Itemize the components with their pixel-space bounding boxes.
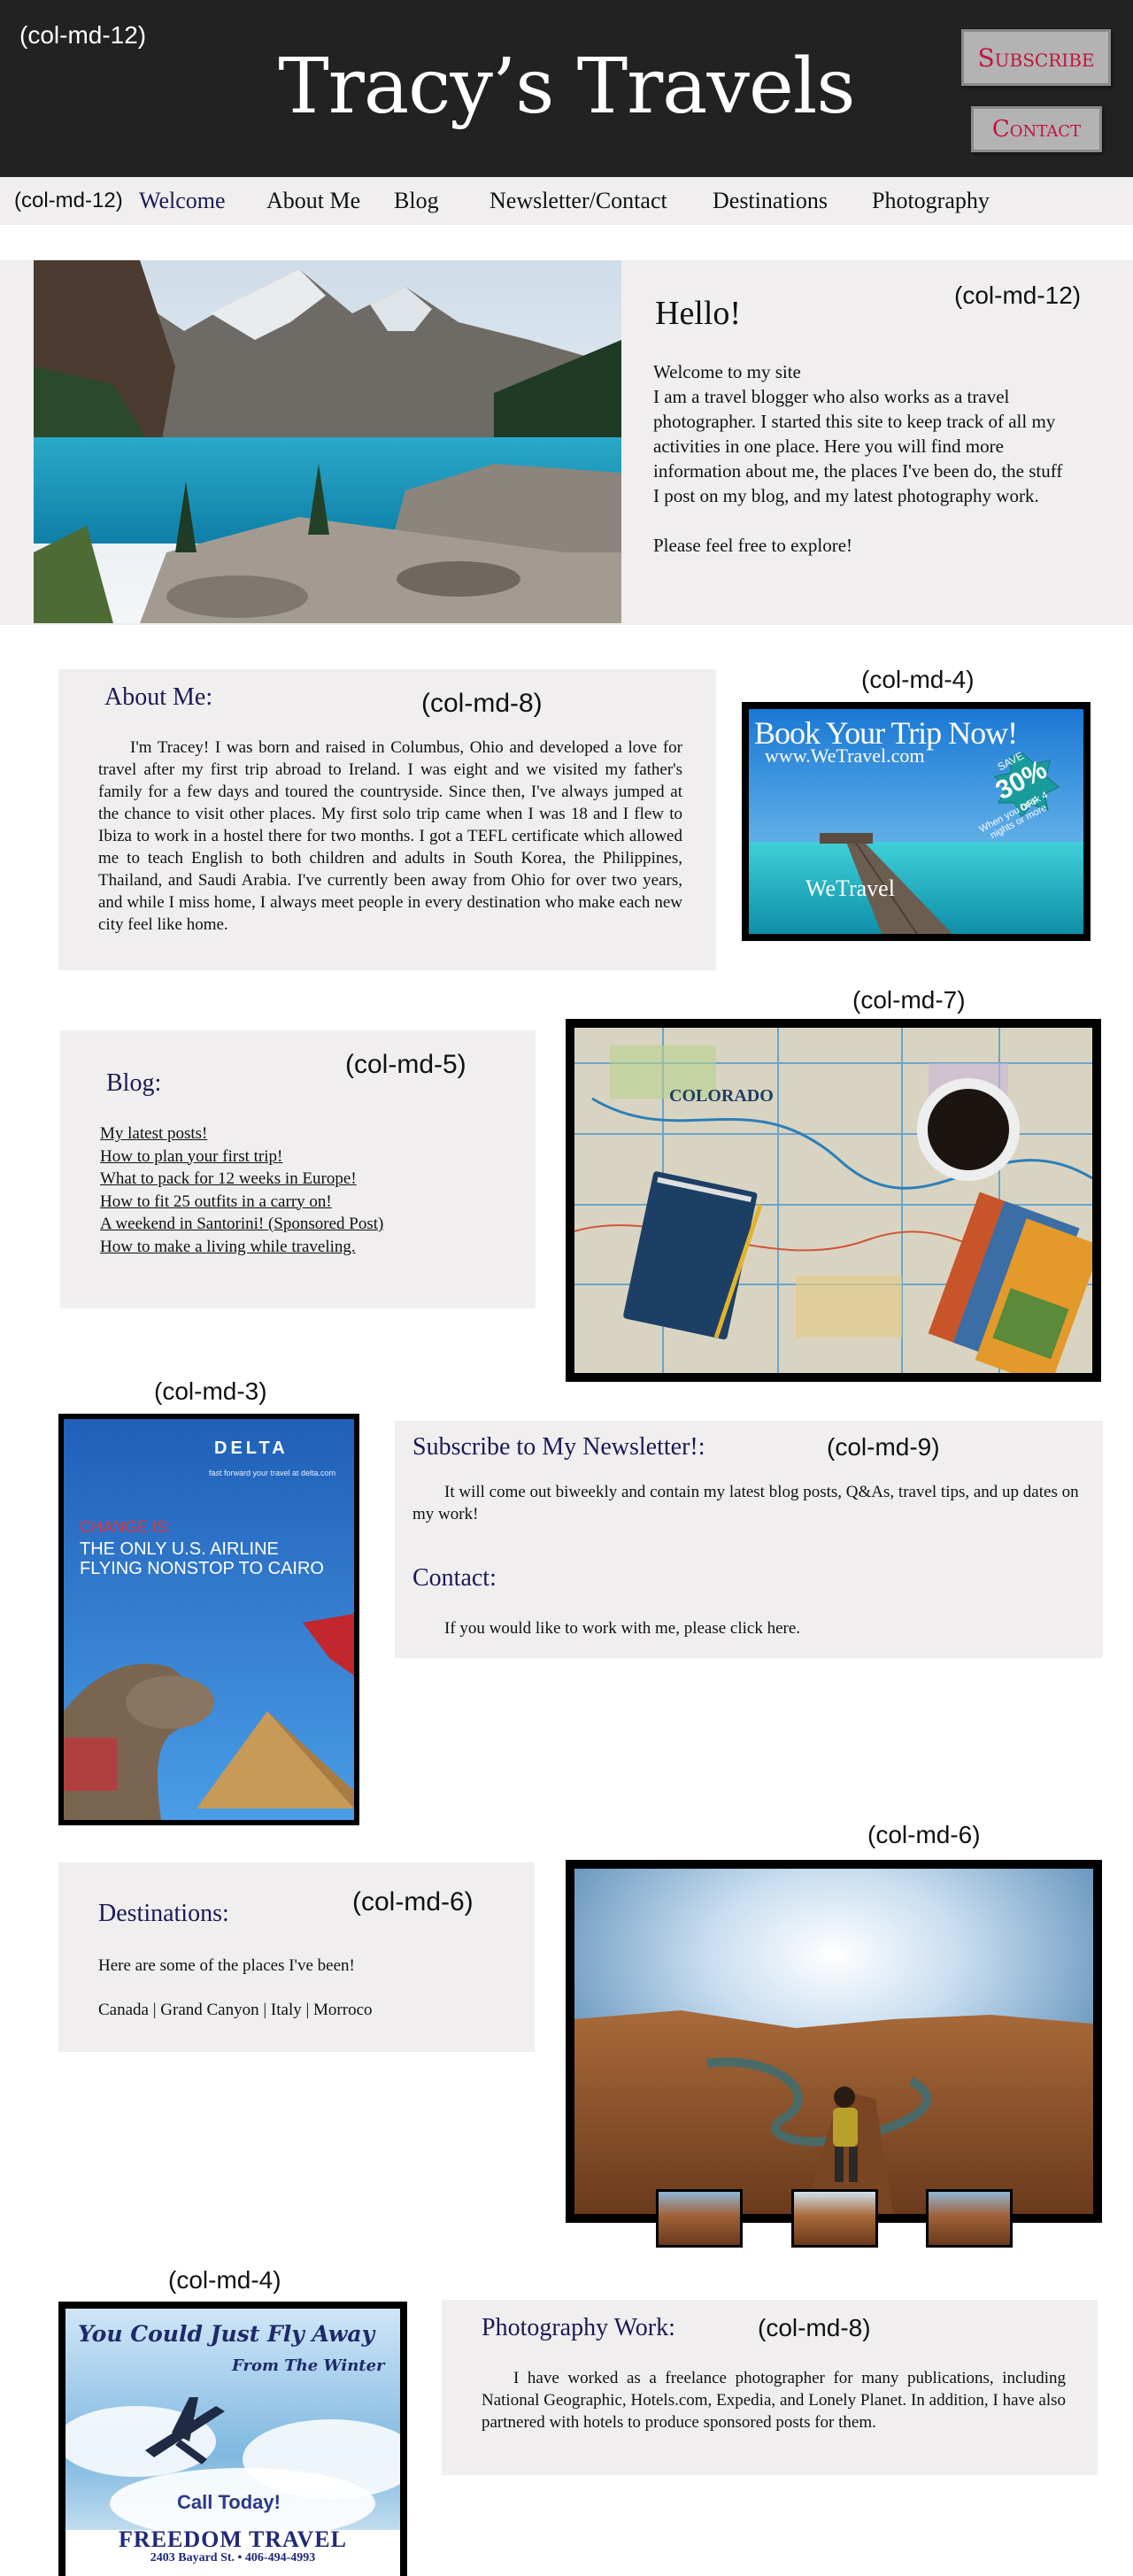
gallery-thumbnail[interactable]	[791, 2189, 878, 2248]
photography-section: Photography Work: (col-md-8) I have work…	[442, 2300, 1098, 2475]
contact-heading: Contact:	[412, 1564, 497, 1592]
delta-ad[interactable]: DELTA fast forward your travel at delta.…	[58, 1414, 359, 1825]
newsletter-heading: Subscribe to My Newsletter!:	[412, 1433, 705, 1461]
nav-item-blog[interactable]: Blog	[394, 188, 439, 214]
gallery-thumbnail[interactable]	[656, 2189, 743, 2248]
canyon-photo	[574, 1869, 1093, 2214]
grid-label: (col-md-6)	[352, 1887, 474, 1917]
grid-label: (col-md-8)	[758, 2314, 871, 2341]
freedom-brand: FREEDOM TRAVEL	[119, 2526, 347, 2552]
about-section: About Me: (col-md-8) I'm Tracey! I was b…	[58, 669, 716, 970]
map-state-label: COLORADO	[669, 1086, 774, 1106]
nav-item-newsletter-contact[interactable]: Newsletter/Contact	[489, 188, 667, 214]
promo-ad[interactable]: Book Your Trip Now! www.WeTravel.com SAV…	[742, 702, 1091, 941]
hero-explore-line: Please feel free to explore!	[653, 535, 853, 556]
destinations-heading: Destinations:	[98, 1900, 229, 1927]
promo-brand: WeTravel	[805, 875, 895, 901]
nav-item-photography[interactable]: Photography	[872, 188, 990, 214]
promo-url: www.WeTravel.com	[765, 744, 925, 767]
contact-text[interactable]: If you would like to work with me, pleas…	[444, 1617, 800, 1639]
about-heading: About Me:	[104, 683, 213, 711]
hero-text: Welcome to my site I am a travel blogger…	[653, 359, 1069, 558]
freedom-call: Call Today!	[177, 2491, 281, 2513]
lake-photo	[34, 260, 621, 623]
hero-heading: Hello!	[655, 295, 742, 332]
blog-link[interactable]: How to make a living while traveling.	[100, 1236, 383, 1259]
grid-label: (col-md-12)	[954, 282, 1082, 309]
freedom-address: 2403 Bayard St. • 406-494-4993	[150, 2551, 316, 2564]
delta-ad-image	[64, 1419, 354, 1820]
contact-button[interactable]: Contact	[971, 106, 1102, 152]
grid-label: (col-md-8)	[421, 689, 543, 718]
photography-heading: Photography Work:	[482, 2314, 675, 2341]
map-photo	[574, 1028, 1092, 1373]
destinations-section: Destinations: (col-md-6) Here are some o…	[58, 1863, 535, 2052]
grid-label: (col-md-3)	[154, 1377, 267, 1405]
delta-tagline: fast forward your travel at delta.com	[209, 1469, 336, 1477]
grid-label: (col-md-9)	[827, 1433, 940, 1461]
newsletter-text: It will come out biweekly and contain my…	[412, 1483, 1079, 1523]
freedom-line2: From The Winter	[232, 2356, 385, 2375]
grid-label: (col-md-7)	[852, 986, 966, 1014]
subscribe-button[interactable]: Subscribe	[961, 29, 1111, 86]
site-header: (col-md-12) Tracy’s Travels Subscribe Co…	[0, 0, 1133, 177]
canyon-photo-frame	[566, 1860, 1102, 2223]
grid-label: (col-md-4)	[168, 2266, 281, 2294]
destinations-list: Canada | Grand Canyon | Italy | Morroco	[98, 2001, 373, 2019]
grid-label: (col-md-12)	[14, 189, 123, 212]
map-photo-frame: COLORADO	[566, 1019, 1101, 1382]
about-text: I'm Tracey! I was born and raised in Col…	[98, 738, 682, 934]
photography-text: I have worked as a freelance photographe…	[482, 2369, 1066, 2432]
nav-item-destinations[interactable]: Destinations	[713, 188, 828, 214]
blog-link[interactable]: My latest posts!	[100, 1122, 383, 1145]
main-nav: (col-md-12) Welcome About Me Blog Newsle…	[0, 177, 1133, 225]
hero-intro-paragraph: I am a travel blogger who also works as …	[653, 386, 1063, 506]
blog-link[interactable]: How to plan your first trip!	[100, 1145, 383, 1168]
freedom-travel-ad[interactable]: You Could Just Fly Away From The Winter …	[58, 2302, 407, 2576]
delta-change: CHANGE IS:	[80, 1518, 173, 1536]
grid-label: (col-md-6)	[867, 1821, 981, 1848]
blog-section: Blog: (col-md-5) My latest posts! How to…	[60, 1030, 536, 1308]
delta-headline: THE ONLY U.S. AIRLINE FLYING NONSTOP TO …	[80, 1539, 324, 1578]
freedom-line1: You Could Just Fly Away	[78, 2321, 375, 2347]
hero-welcome-line: Welcome to my site	[653, 361, 801, 382]
destinations-intro: Here are some of the places I've been!	[98, 1956, 355, 1975]
blog-link[interactable]: How to fit 25 outfits in a carry on!	[100, 1191, 383, 1214]
nav-item-about-me[interactable]: About Me	[266, 188, 360, 214]
newsletter-section: Subscribe to My Newsletter!: (col-md-9) …	[395, 1421, 1103, 1658]
grid-label: (col-md-4)	[861, 666, 975, 693]
blog-link-list: My latest posts! How to plan your first …	[100, 1122, 383, 1258]
blog-heading: Blog:	[106, 1069, 162, 1097]
grid-label: (col-md-5)	[345, 1050, 466, 1079]
hero-section: Hello! (col-md-12) Welcome to my site I …	[0, 260, 1133, 625]
blog-link[interactable]: What to pack for 12 weeks in Europe!	[100, 1168, 383, 1191]
delta-brand: DELTA	[214, 1438, 289, 1458]
gallery-thumbnail[interactable]	[926, 2189, 1013, 2248]
nav-item-welcome[interactable]: Welcome	[139, 188, 226, 214]
blog-link[interactable]: A weekend in Santorini! (Sponsored Post)	[100, 1213, 383, 1236]
